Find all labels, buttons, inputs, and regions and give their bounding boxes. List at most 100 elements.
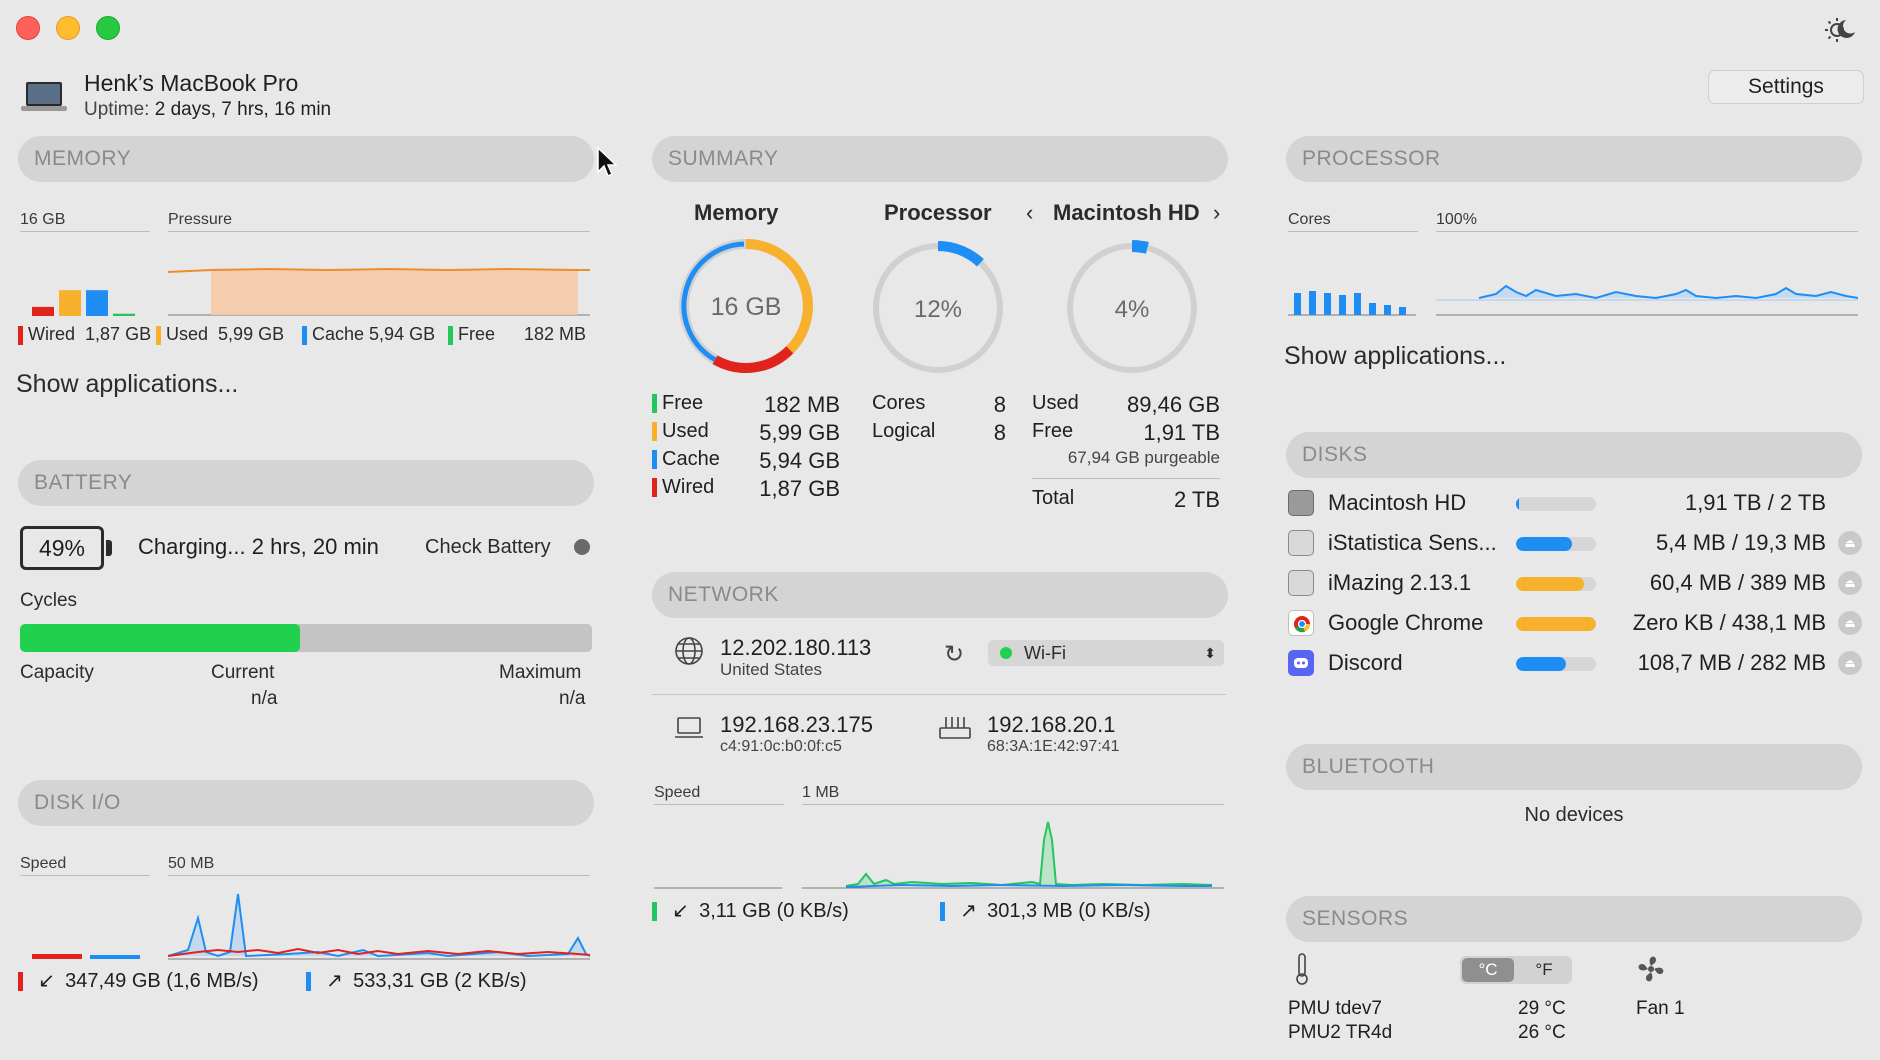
summary-processor-donut: 12% [873,241,1003,373]
arrow-up-right-icon: ↗ [960,900,977,922]
memory-legend: Wired 1,87 GB Used 5,99 GB Cache 5,94 GB… [18,324,594,348]
memory-show-applications-link[interactable]: Show applications... [16,370,238,399]
unit-celsius-button[interactable]: °C [1462,958,1514,982]
summary-disk-next-button[interactable]: › [1213,200,1220,226]
summary-memory-donut: 16 GB [679,239,813,373]
zoom-window-button[interactable] [96,16,120,40]
processor-show-applications-link[interactable]: Show applications... [1284,342,1506,371]
memory-pressure-axis [168,231,590,232]
thermometer-icon [1292,952,1312,986]
processor-usage-chart [1436,284,1858,316]
battery-percent-box: 49% [20,526,104,570]
diskio-speed-bars [32,954,140,959]
diskio-scale-axis [168,875,590,876]
summary-disk-row-used: Used 89,46 GB [1032,392,1220,417]
summary-mem-row-free: Free 182 MB [652,392,840,420]
summary-cpu-row-cores: Cores 8 [872,392,1006,417]
memory-total-axis [20,231,150,232]
summary-disk-center: 4% [1115,296,1150,323]
unit-toggle[interactable]: °C °F [1460,956,1572,984]
uptime: Uptime: 2 days, 7 hrs, 16 min [84,99,331,121]
sensors-header: SENSORS [1286,896,1862,942]
core-bar [1339,295,1346,315]
network-scale-label: 1 MB [802,784,840,801]
summary-disk-purgeable: 67,94 GB purgeable [1067,448,1220,467]
eject-icon[interactable]: ⏏ [1838,531,1862,555]
disk-row-imazing[interactable]: iMazing 2.13.1 60,4 MB / 389 MB ⏏ [1288,568,1862,598]
memory-legend-cache: Cache 5,94 GB [302,324,435,345]
memory-pressure-chart [168,267,590,316]
diskio-scale-label: 50 MB [168,855,215,872]
summary-disk-prev-button[interactable]: ‹ [1026,200,1033,226]
fan-label: Fan 1 [1636,998,1685,1019]
close-window-button[interactable] [16,16,40,40]
maximum-label: Maximum [499,662,582,683]
interface-select[interactable]: Wi-Fi ⬍ [988,640,1224,666]
network-divider [652,694,1226,695]
network-download-line [845,821,1213,887]
memory-legend-free: Free [448,324,495,345]
maximum-value: n/a [559,688,586,709]
uptime-label: Uptime: [84,99,150,120]
network-scale-axis [802,804,1224,805]
summary-mem-row-cache: Cache 5,94 GB [652,448,840,476]
disk-fill [1516,617,1596,631]
summary-memory-title: Memory [694,200,779,225]
diskio-read-readout: ↙ 347,49 GB (1,6 MB/s) [18,968,259,993]
check-battery-label: Check Battery [425,536,551,558]
sensor-row-1-value: 29 °C [1518,998,1566,1019]
eject-icon[interactable]: ⏏ [1838,571,1862,595]
interface-status-dot [1000,647,1012,659]
disk-row-discord[interactable]: Discord 108,7 MB / 282 MB ⏏ [1288,648,1862,678]
core-bar [1354,293,1361,315]
summary-processor-center: 12% [914,296,962,323]
disk-fill [1516,497,1520,511]
arrow-down-left-icon: ↙ [672,900,689,922]
current-value: n/a [251,688,278,709]
summary-mem-row-wired: Wired 1,87 GB [652,476,840,504]
machine-name: Henk’s MacBook Pro [84,70,299,96]
disk-fill [1516,657,1566,671]
processor-usage-line [1478,284,1858,300]
core-bar [1294,293,1301,315]
summary-disk-rows: Used 89,46 GB Free 1,91 TB 67,94 GB purgea… [1032,392,1220,515]
sensor-row-2-value: 26 °C [1518,1022,1566,1040]
network-upload-line [845,883,1212,888]
disk-row-google-chrome[interactable]: Google Chrome Zero KB / 438,1 MB ⏏ [1288,608,1862,638]
refresh-icon[interactable]: ↻ [944,640,964,669]
diskio-chart [168,893,590,960]
summary-memory-center: 16 GB [711,293,782,321]
settings-button[interactable]: Settings [1708,70,1864,104]
sensor-row-2-clip: PMU2 TR4d 26 °C [1288,1022,1588,1040]
disk-image-icon [1288,570,1314,596]
memory-donut-wired [712,346,794,373]
processor-header: PROCESSOR [1286,136,1862,182]
memory-bar-free [113,313,135,316]
public-ip: 12.202.180.113 [720,635,872,660]
diskio-speed-axis [20,875,150,876]
memory-pressure-area [211,269,578,315]
eject-icon[interactable]: ⏏ [1838,611,1862,635]
diskio-header: DISK I/O [18,780,594,826]
local-mac: c4:91:0c:b0:0f:c5 [720,738,842,755]
disk-donut-arc [1131,240,1149,254]
discord-icon [1288,650,1314,676]
eject-icon[interactable]: ⏏ [1838,651,1862,675]
router-mac: 68:3A:1E:42:97:41 [987,738,1120,755]
sensor-row-2-label: PMU2 TR4d [1288,1022,1393,1040]
diskio-write-bar [90,955,140,959]
globe-icon [674,636,704,666]
unit-fahrenheit-button[interactable]: °F [1518,958,1570,982]
disk-row-macintosh-hd[interactable]: Macintosh HD 1,91 TB / 2 TB [1288,488,1862,518]
summary-cpu-row-logical: Logical 8 [872,420,1006,445]
chrome-icon [1288,610,1314,636]
appearance-toggle-icon[interactable] [1822,12,1858,48]
disk-row-istatistica[interactable]: iStatistica Sens... 5,4 MB / 19,3 MB ⏏ [1288,528,1862,558]
diskio-write-line [168,893,590,958]
memory-legend-free-value: 182 MB [523,324,586,344]
router-ip: 192.168.20.1 [987,712,1116,737]
network-speed-bars [654,887,782,889]
cycles-label: Cycles [20,590,78,611]
processor-cores-label: Cores [1288,211,1331,228]
minimize-window-button[interactable] [56,16,80,40]
